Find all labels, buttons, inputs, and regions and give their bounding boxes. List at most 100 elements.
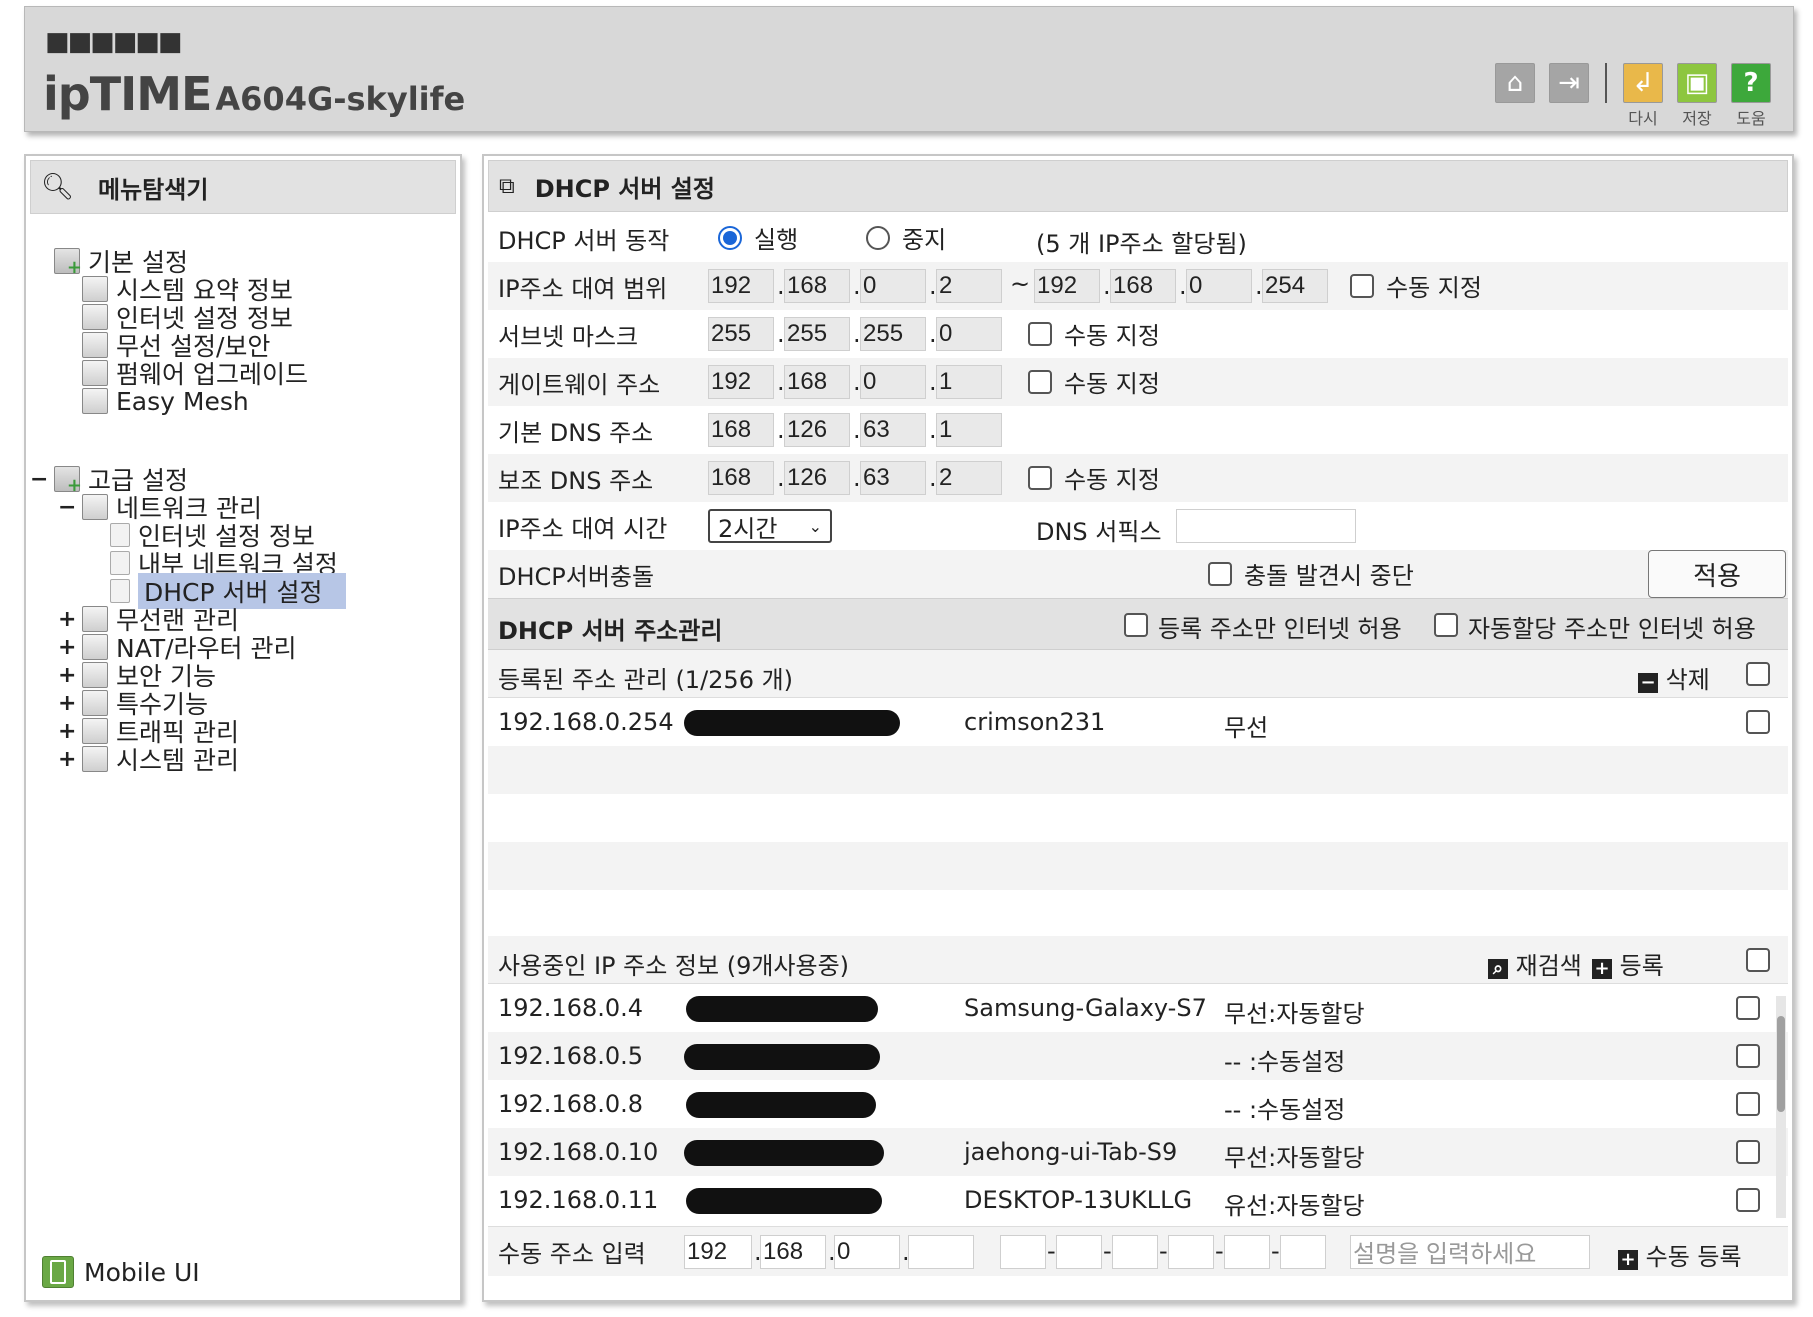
- range-end-octet-1[interactable]: 192: [1034, 269, 1100, 303]
- delete-label: 삭제: [1665, 666, 1710, 694]
- conflict-label: DHCP서버충돌: [498, 562, 655, 591]
- scrollbar-thumb[interactable]: [1777, 1016, 1785, 1112]
- in-use-scrollbar[interactable]: [1776, 996, 1786, 1218]
- logout-icon[interactable]: ⇥: [1549, 63, 1589, 103]
- help-icon[interactable]: ?: [1731, 63, 1771, 103]
- tree-item-firmware[interactable]: 펌웨어 업그레이드: [82, 358, 308, 389]
- collapse-icon[interactable]: −: [58, 495, 76, 520]
- expand-icon[interactable]: +: [58, 663, 76, 688]
- in-use-select-all-checkbox[interactable]: [1746, 948, 1770, 972]
- rescan-button[interactable]: ⌕ 재검색: [1488, 946, 1582, 981]
- range-start-octet-4[interactable]: 2: [936, 269, 1002, 303]
- manual-octet-1[interactable]: 192: [684, 1234, 752, 1269]
- dns1-octet-3[interactable]: 63: [860, 413, 926, 447]
- dns1-octet-1[interactable]: 168: [708, 413, 774, 447]
- range-manual-checkbox[interactable]: [1350, 274, 1374, 298]
- dns-suffix-input[interactable]: [1176, 509, 1356, 543]
- toolbar-separator: [1605, 63, 1607, 103]
- registered-row-checkbox[interactable]: [1746, 710, 1770, 734]
- home-icon[interactable]: ⌂: [1495, 63, 1535, 103]
- dns2-octet-2[interactable]: 126: [784, 461, 850, 495]
- mac-part-6[interactable]: [1280, 1234, 1326, 1269]
- register-button[interactable]: + 등록: [1592, 946, 1664, 981]
- help-button[interactable]: ? 도움: [1731, 63, 1771, 129]
- dns2-octet-1[interactable]: 168: [708, 461, 774, 495]
- plus-icon: +: [1592, 959, 1612, 979]
- in-use-row-checkbox[interactable]: [1736, 1044, 1760, 1068]
- registered-select-all-checkbox[interactable]: [1746, 662, 1770, 686]
- expand-icon[interactable]: +: [58, 607, 76, 632]
- run-radio[interactable]: [718, 226, 742, 250]
- chevron-down-icon: ⌄: [808, 516, 822, 536]
- mac-part-5[interactable]: [1224, 1234, 1270, 1269]
- in-use-row-checkbox[interactable]: [1736, 1188, 1760, 1212]
- brand-dots: ■■■■■■: [45, 27, 182, 57]
- dns2-label: 보조 DNS 주소: [498, 466, 654, 495]
- subnet-octet-2[interactable]: 255: [784, 317, 850, 351]
- range-manual-label: 수동 지정: [1386, 274, 1482, 302]
- only-registered-label: 등록 주소만 인터넷 허용: [1158, 615, 1402, 643]
- lease-time-select[interactable]: 2시간 ⌄: [708, 509, 832, 543]
- range-end-octet-3[interactable]: 0: [1186, 269, 1252, 303]
- delete-button[interactable]: − 삭제: [1638, 660, 1710, 695]
- save-button[interactable]: ▣ 저장: [1677, 63, 1717, 129]
- manual-octet-2[interactable]: 168: [760, 1234, 826, 1269]
- registered-empty-row: [488, 842, 1788, 890]
- in-use-header: 사용중인 IP 주소 정보 (9개사용중) ⌕ 재검색 + 등록: [488, 936, 1788, 984]
- range-end-octet-4[interactable]: 254: [1262, 269, 1328, 303]
- manual-octet-4[interactable]: [908, 1234, 974, 1269]
- in-use-row-checkbox[interactable]: [1736, 1140, 1760, 1164]
- mac-part-1[interactable]: [1000, 1234, 1046, 1269]
- expand-icon[interactable]: +: [58, 691, 76, 716]
- dns2-octet-3[interactable]: 63: [860, 461, 926, 495]
- dns1-octet-4[interactable]: 1: [936, 413, 1002, 447]
- description-input[interactable]: 설명을 입력하세요: [1350, 1234, 1590, 1269]
- stop-on-conflict-checkbox[interactable]: [1208, 562, 1232, 586]
- dns1-octet-2[interactable]: 126: [784, 413, 850, 447]
- gateway-octet-2[interactable]: 168: [784, 365, 850, 399]
- apply-button[interactable]: 적용: [1648, 550, 1786, 598]
- subnet-octet-4[interactable]: 0: [936, 317, 1002, 351]
- assigned-note: (5 개 IP주소 할당됨): [1036, 230, 1247, 258]
- only-registered-checkbox[interactable]: [1124, 613, 1148, 637]
- tree-system[interactable]: + 시스템 관리: [58, 744, 239, 775]
- subnet-manual-label: 수동 지정: [1064, 322, 1160, 350]
- mobile-ui-link[interactable]: Mobile UI: [42, 1256, 200, 1288]
- restart-icon[interactable]: ↲: [1623, 63, 1663, 103]
- lease-time-value: 2시간: [718, 514, 778, 543]
- gateway-manual-checkbox[interactable]: [1028, 370, 1052, 394]
- tree-label: 시스템 관리: [116, 746, 239, 775]
- range-start-octet-3[interactable]: 0: [860, 269, 926, 303]
- wifi-icon: [82, 606, 108, 632]
- row-dns-primary: 기본 DNS 주소 168 . 126 . 63 . 1: [488, 406, 1788, 454]
- expand-icon[interactable]: +: [58, 635, 76, 660]
- expand-icon[interactable]: +: [58, 719, 76, 744]
- subnet-octet-1[interactable]: 255: [708, 317, 774, 351]
- in-use-row-checkbox[interactable]: [1736, 996, 1760, 1020]
- only-auto-checkbox[interactable]: [1434, 613, 1458, 637]
- gateway-octet-1[interactable]: 192: [708, 365, 774, 399]
- mac-part-3[interactable]: [1112, 1234, 1158, 1269]
- range-start-octet-2[interactable]: 168: [784, 269, 850, 303]
- in-use-row: 192.168.0.4 Samsung-Galaxy-S7 무선:자동할당: [488, 984, 1788, 1032]
- expand-icon[interactable]: +: [58, 747, 76, 772]
- mac-part-2[interactable]: [1056, 1234, 1102, 1269]
- tree-item-easy-mesh[interactable]: Easy Mesh: [82, 386, 249, 416]
- dns2-octet-4[interactable]: 2: [936, 461, 1002, 495]
- gateway-octet-4[interactable]: 1: [936, 365, 1002, 399]
- subnet-manual-checkbox[interactable]: [1028, 322, 1052, 346]
- range-end-octet-2[interactable]: 168: [1110, 269, 1176, 303]
- page-title: DHCP 서버 설정: [534, 174, 715, 203]
- mac-part-4[interactable]: [1168, 1234, 1214, 1269]
- save-icon[interactable]: ▣: [1677, 63, 1717, 103]
- subnet-octet-3[interactable]: 255: [860, 317, 926, 351]
- in-use-row-checkbox[interactable]: [1736, 1092, 1760, 1116]
- gateway-octet-3[interactable]: 0: [860, 365, 926, 399]
- restart-button[interactable]: ↲ 다시: [1623, 63, 1663, 129]
- stop-radio[interactable]: [866, 226, 890, 250]
- dns2-manual-checkbox[interactable]: [1028, 466, 1052, 490]
- manual-octet-3[interactable]: 0: [834, 1234, 900, 1269]
- manual-register-button[interactable]: + 수동 등록: [1618, 1237, 1742, 1272]
- range-start-octet-1[interactable]: 192: [708, 269, 774, 303]
- collapse-icon[interactable]: −: [30, 467, 48, 492]
